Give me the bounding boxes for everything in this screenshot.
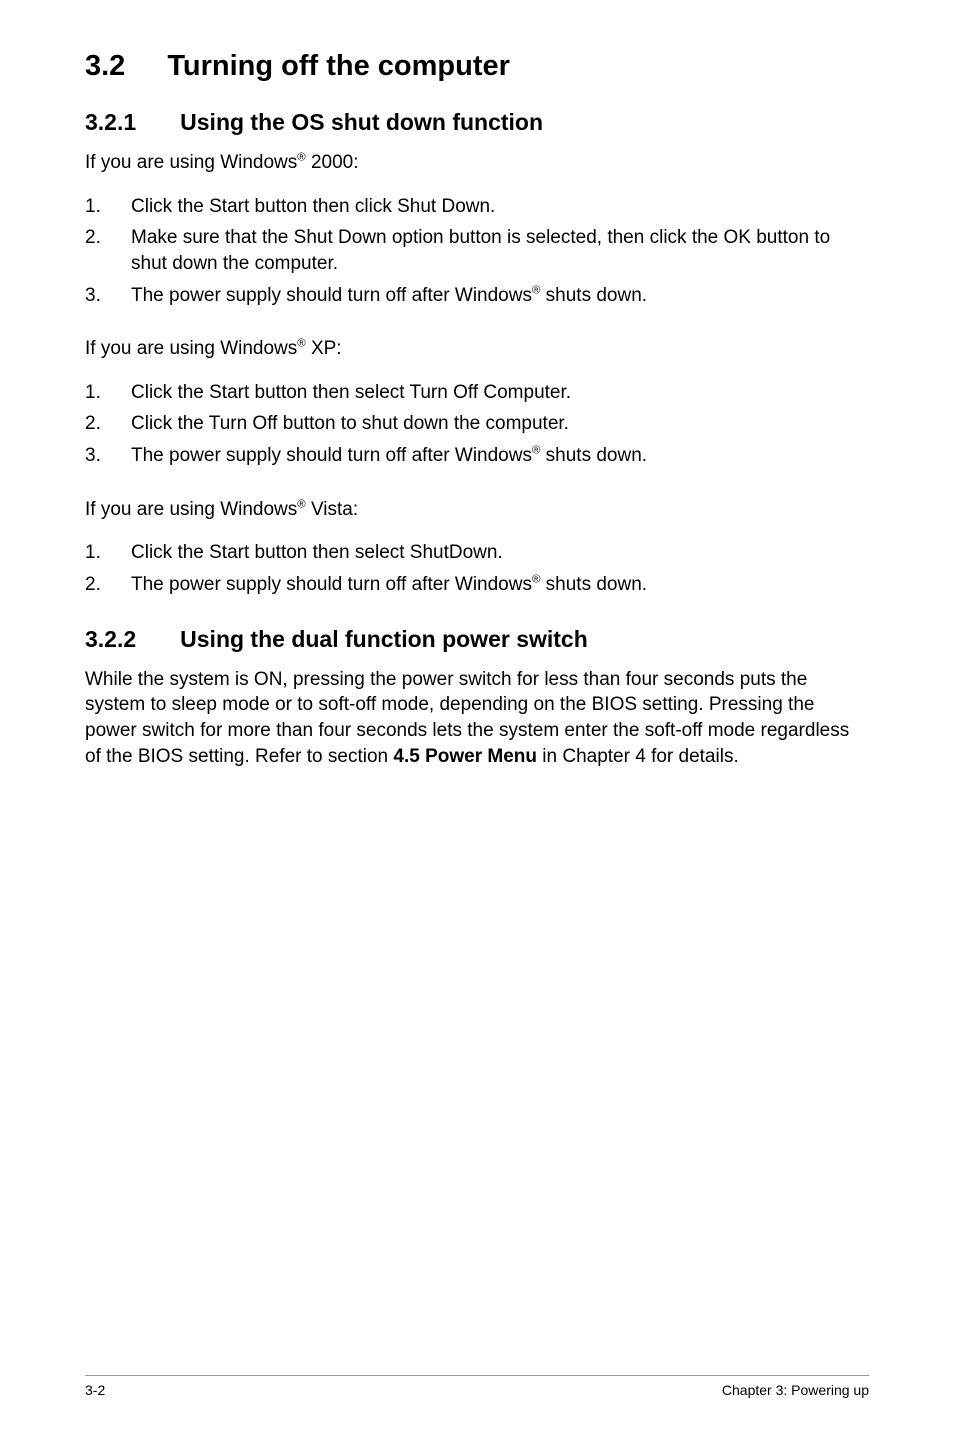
registered-mark: ® (297, 152, 305, 164)
chapter-label: Chapter 3: Powering up (722, 1382, 869, 1398)
subsection-title: Using the dual function power switch (180, 626, 588, 652)
subsection-title: Using the OS shut down function (180, 109, 543, 135)
page-number: 3-2 (85, 1382, 105, 1398)
steps-list: Click the Start button then click Shut D… (85, 194, 869, 309)
subsection-number: 3.2.2 (85, 626, 136, 653)
list-item: Click the Start button then click Shut D… (85, 194, 869, 220)
subsection-heading: 3.2.1 Using the OS shut down function (85, 109, 869, 136)
list-item: Click the Turn Off button to shut down t… (85, 411, 869, 437)
steps-list: Click the Start button then select ShutD… (85, 540, 869, 597)
section-number: 3.2 (85, 50, 125, 83)
registered-mark: ® (297, 498, 305, 510)
subsection-heading: 3.2.2 Using the dual function power switc… (85, 626, 869, 653)
list-item: The power supply should turn off after W… (85, 443, 869, 469)
intro-text: If you are using Windows® XP: (85, 336, 869, 362)
steps-list: Click the Start button then select Turn … (85, 380, 869, 469)
intro-text: If you are using Windows® Vista: (85, 497, 869, 523)
bold-reference: 4.5 Power Menu (393, 746, 537, 767)
subsection-number: 3.2.1 (85, 109, 136, 136)
intro-text: If you are using Windows® 2000: (85, 150, 869, 176)
registered-mark: ® (297, 338, 305, 350)
list-item: Make sure that the Shut Down option butt… (85, 225, 869, 276)
list-item: Click the Start button then select ShutD… (85, 540, 869, 566)
section-title: Turning off the computer (167, 50, 510, 82)
list-item: The power supply should turn off after W… (85, 572, 869, 598)
page-footer: 3-2 Chapter 3: Powering up (85, 1375, 869, 1398)
body-text: While the system is ON, pressing the pow… (85, 667, 869, 770)
list-item: Click the Start button then select Turn … (85, 380, 869, 406)
list-item: The power supply should turn off after W… (85, 283, 869, 309)
section-heading: 3.2 Turning off the computer (85, 50, 869, 83)
